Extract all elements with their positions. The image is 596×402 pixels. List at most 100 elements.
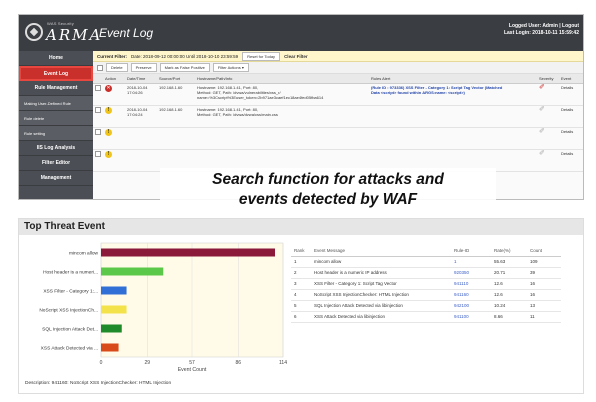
sidebar-item-filter-editor[interactable]: Filter Editor: [19, 156, 93, 171]
logged-user[interactable]: Logged User: Admin | Logout: [504, 23, 579, 30]
caption-line-1: Search function for attacks and: [212, 171, 444, 188]
sidebar-item-user-defined-rule[interactable]: Making User-Defined Rule: [19, 96, 93, 111]
logo[interactable]: WAS Security ARMA: [25, 21, 100, 47]
x-tick-label: 57: [189, 360, 195, 366]
threat-bar-chart-svg: 0 29 57 86 114 mincom allow Host header is a n…: [39, 242, 287, 373]
rank-row[interactable]: 6 XSS Attack Detected via libinjection 941…: [291, 311, 561, 323]
threat-rank-table: Rank Event Message Rule-ID Rate(%) Count…: [291, 245, 561, 323]
select-all-checkbox[interactable]: [97, 64, 103, 71]
rank-row[interactable]: 3 XSS Filter - Category 1: Script Tag Vec…: [291, 278, 561, 290]
rank-cell-rule-id[interactable]: 941160: [451, 289, 491, 301]
rank-cell-count: 39: [527, 267, 561, 279]
rank-cell-rate: 20.71: [491, 267, 527, 279]
col-rules-alert[interactable]: Rules Alert: [369, 74, 537, 84]
logo-brand: ARMA: [46, 26, 103, 44]
col-event[interactable]: Event: [559, 74, 583, 84]
x-axis-label: Event Count: [178, 367, 207, 373]
rank-cell-rank: 1: [291, 256, 311, 268]
sidebar-item-home[interactable]: Home: [19, 51, 93, 66]
false-positive-button[interactable]: Mark as False Positive: [159, 63, 210, 72]
sidebar-item-rule-delete[interactable]: Rule delete: [19, 111, 93, 126]
sidebar: Home Event Log Rule Management Making Us…: [19, 51, 93, 199]
rank-cell-count: 13: [527, 300, 561, 312]
preserve-button[interactable]: Preserve: [130, 63, 157, 72]
rank-col-count: Count: [527, 245, 561, 257]
top-threat-panel: Top Threat Event 0 29 57 86 114 mincom allow H…: [18, 218, 584, 394]
table-header-row: Action Date/Time Source/Port Hostname/Pa…: [93, 74, 583, 84]
col-action[interactable]: Action: [103, 74, 125, 84]
category-label: SQL Injection Attack Det...: [42, 326, 98, 332]
event-log-table: Action Date/Time Source/Port Hostname/Pa…: [93, 74, 583, 172]
rank-cell-rank: 5: [291, 300, 311, 312]
last-login: Last Login: 2018-10-11 15:59:42: [503, 30, 579, 36]
sidebar-item-management[interactable]: Management: [19, 171, 93, 186]
col-hostname[interactable]: Hostname/Path/Info: [195, 74, 369, 84]
row-time: 17:04:24: [127, 111, 143, 117]
rank-cell-rule-id[interactable]: 1: [451, 256, 491, 268]
bar: [101, 248, 276, 257]
row-details-link[interactable]: Details: [559, 149, 583, 172]
col-source[interactable]: Source/Port: [157, 74, 195, 84]
row-details-link[interactable]: Details: [559, 105, 583, 128]
threat-bar-chart: 0 29 57 86 114 mincom allow Host header is a n…: [21, 239, 291, 374]
rank-cell-message: mincom allow: [311, 256, 451, 268]
row-details-link[interactable]: Details: [559, 127, 583, 150]
rank-row[interactable]: 2 Host header is a numeric IP address 9203…: [291, 267, 561, 279]
row-info-path: Method: GET, Path: /dvwa/dvwa/css/main.c…: [197, 111, 278, 117]
row-source[interactable]: 192.168.1.60: [157, 83, 195, 106]
warning-icon: !: [105, 106, 112, 114]
top-bar: WAS Security ARMA Event Log Logged User:…: [19, 15, 583, 51]
rank-cell-count: 16: [527, 278, 561, 290]
rank-cell-rank: 2: [291, 267, 311, 279]
rank-body: 1 mincom allow 1 55.63 109 2 Host header is a …: [291, 256, 561, 323]
threat-description: Description: 941160: NoScript XSS Inject…: [25, 381, 172, 386]
rank-col-rank: Rank: [291, 245, 311, 257]
rank-cell-rule-id[interactable]: 941110: [451, 278, 491, 290]
row-alert-detail: Data <script> found within ARGS:name: <s…: [371, 89, 465, 95]
category-label: XSS Attack Detected via ...: [41, 345, 98, 351]
row-checkbox[interactable]: [95, 84, 101, 91]
rank-row[interactable]: 5 SQL Injection Attack Detected via libin…: [291, 300, 561, 312]
category-label: XSS Filter - Category 1:...: [43, 288, 98, 294]
rank-cell-rate: 12.6: [491, 278, 527, 290]
bar: [101, 267, 164, 276]
warning-icon: !: [105, 150, 112, 158]
rank-cell-rank: 4: [291, 289, 311, 301]
delete-button[interactable]: Delete: [106, 63, 128, 72]
logo-emblem-icon: [25, 23, 43, 41]
rank-cell-rule-id[interactable]: 920350: [451, 267, 491, 279]
sidebar-item-rule-management[interactable]: Rule Management: [19, 81, 93, 96]
login-info: Logged User: Admin | Logout Last Login: …: [504, 23, 579, 37]
filter-actions-dropdown[interactable]: Filter Actions ▾: [212, 63, 249, 72]
severity-low-icon: ✐: [539, 149, 545, 157]
rank-cell-rule-id[interactable]: 941100: [451, 311, 491, 323]
caption-line-2: events detected by WAF: [238, 191, 418, 208]
bar: [101, 286, 127, 295]
table-row[interactable]: ✕ 2018-10-04 17:04:26 192.168.1.60 Hostna…: [93, 83, 583, 106]
sidebar-item-event-log[interactable]: Event Log: [19, 66, 93, 81]
row-checkbox[interactable]: [95, 150, 101, 157]
row-checkbox[interactable]: [95, 106, 101, 113]
table-row[interactable]: ! ✐ Details: [93, 127, 583, 150]
rank-row[interactable]: 1 mincom allow 1 55.63 109: [291, 256, 561, 268]
rank-header-row: Rank Event Message Rule-ID Rate(%) Count: [291, 245, 561, 257]
col-datetime[interactable]: Date/Time: [125, 74, 157, 84]
rank-cell-rule-id[interactable]: 942100: [451, 300, 491, 312]
x-tick-label: 114: [279, 360, 287, 366]
row-source[interactable]: 192.168.1.60: [157, 105, 195, 128]
severity-low-icon: ✐: [539, 105, 545, 113]
row-checkbox[interactable]: [95, 128, 101, 135]
sidebar-item-iis-log-analysis[interactable]: IIS Log Analysis: [19, 141, 93, 156]
reset-today-button[interactable]: Reset for Today: [242, 51, 281, 61]
sidebar-item-rule-setting[interactable]: Rule setting: [19, 126, 93, 141]
rank-cell-rate: 55.63: [491, 256, 527, 268]
row-details-link[interactable]: Details: [559, 83, 583, 106]
current-filter-bar: Current Filter: Date: 2018-09-12 00:00:0…: [93, 51, 583, 62]
col-severity[interactable]: Severity: [537, 74, 559, 84]
top-threat-title: Top Threat Event: [19, 219, 583, 235]
rank-col-rule-id: Rule-ID: [451, 245, 491, 257]
blocked-icon: ✕: [105, 84, 112, 92]
clear-filter-button[interactable]: Clear Filter: [284, 54, 308, 59]
table-row[interactable]: ! 2018-10-04 17:04:24 192.168.1.60 Hostna…: [93, 105, 583, 128]
rank-row[interactable]: 4 NoScript XSS InjectionChecker: HTML Inj…: [291, 289, 561, 301]
